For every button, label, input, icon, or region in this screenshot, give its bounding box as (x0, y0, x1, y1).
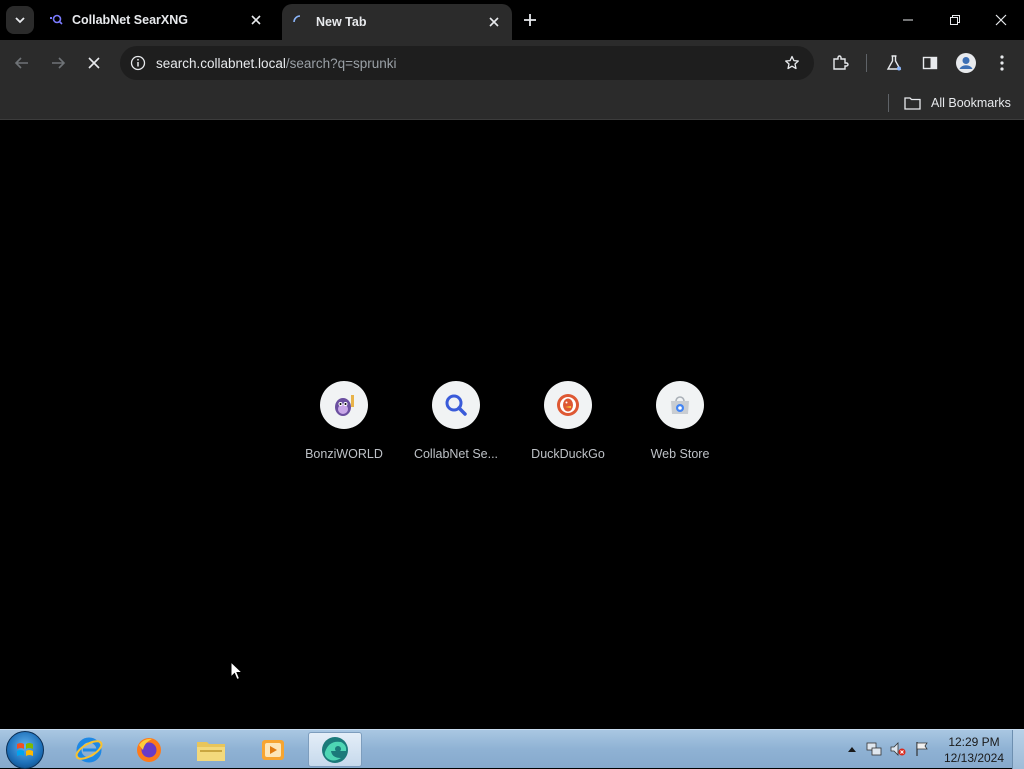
action-center-flag-icon[interactable] (914, 741, 930, 757)
spinner-icon (292, 14, 308, 30)
bookmarks-divider (888, 94, 889, 112)
shortcut-tile (320, 381, 368, 429)
volume-muted-icon[interactable] (890, 741, 906, 757)
arrow-right-icon (52, 57, 66, 69)
shortcut-label: DuckDuckGo (531, 447, 605, 461)
taskbar-clock[interactable]: 12:29 PM 12/13/2024 (936, 734, 1012, 766)
site-info-icon[interactable] (128, 53, 148, 73)
duckduckgo-icon (557, 394, 579, 416)
windows-logo-icon (17, 743, 33, 756)
taskbar-edge-beta[interactable] (308, 732, 362, 767)
new-tab-page: BonziWORLD CollabNet Se... DuckDuckGo We… (0, 121, 1024, 729)
shortcut-tile (656, 381, 704, 429)
edge-beta-icon (322, 736, 348, 763)
shortcut-collabnet-search[interactable]: CollabNet Se... (400, 381, 512, 471)
shortcut-label: CollabNet Se... (413, 447, 499, 461)
shortcut-bonziworld[interactable]: BonziWORLD (288, 381, 400, 471)
windows-taskbar: 12:29 PM 12/13/2024 (0, 729, 1024, 769)
firefox-icon (137, 737, 161, 762)
shortcut-duckduckgo[interactable]: DuckDuckGo (512, 381, 624, 471)
close-tab-icon[interactable] (484, 12, 504, 32)
close-icon (995, 14, 1007, 26)
taskbar-internet-explorer[interactable] (62, 732, 116, 767)
minimize-button[interactable] (896, 8, 920, 32)
all-bookmarks-button[interactable]: All Bookmarks (904, 91, 1011, 115)
address-bar[interactable]: search.collabnet.local/search?q=sprunki (120, 46, 814, 80)
taskbar-file-explorer[interactable] (184, 732, 238, 767)
menu-button[interactable] (990, 51, 1014, 75)
media-player-icon (262, 739, 284, 760)
close-icon (88, 57, 100, 69)
extensions-button[interactable] (828, 51, 852, 75)
url-path: /search?q=sprunki (285, 55, 397, 71)
bookmarks-bar: All Bookmarks (0, 86, 1024, 120)
shortcut-tile (544, 381, 592, 429)
browser-toolbar: search.collabnet.local/search?q=sprunki (0, 40, 1024, 86)
tab-title: CollabNet SearXNG (72, 13, 189, 27)
avatar-icon (956, 53, 976, 73)
shortcut-web-store[interactable]: Web Store (624, 381, 736, 471)
restore-button[interactable] (943, 8, 967, 32)
search-magnifier-icon (445, 394, 467, 416)
profile-button[interactable] (954, 51, 978, 75)
file-explorer-icon (197, 741, 225, 761)
url-text: search.collabnet.local/search?q=sprunki (156, 56, 397, 71)
bonzi-icon (335, 395, 354, 416)
new-tab-button[interactable] (520, 10, 540, 30)
web-store-icon (671, 396, 689, 414)
taskbar-media-player[interactable] (246, 732, 300, 767)
minimize-icon (903, 19, 913, 21)
url-host: search.collabnet.local (156, 55, 286, 71)
labs-button[interactable] (882, 51, 906, 75)
chevron-up-icon (848, 747, 856, 752)
show-hidden-icons-button[interactable] (844, 741, 860, 757)
close-window-button[interactable] (989, 8, 1013, 32)
restore-icon (950, 15, 960, 25)
title-bar: CollabNet SearXNG New Tab (0, 0, 1024, 40)
flask-icon (886, 55, 902, 71)
bookmark-star-icon[interactable] (782, 53, 802, 73)
mouse-cursor-icon (230, 661, 244, 681)
kebab-menu-icon (1000, 55, 1004, 71)
back-button[interactable] (10, 51, 34, 75)
clock-date: 12/13/2024 (943, 751, 1005, 765)
tab-collabnet-searxng[interactable]: CollabNet SearXNG (38, 0, 274, 40)
folder-icon (904, 95, 924, 111)
shortcut-label: Web Store (650, 447, 710, 461)
searxng-icon (48, 12, 64, 28)
stop-loading-button[interactable] (82, 51, 106, 75)
internet-explorer-icon (75, 737, 103, 762)
tab-new-tab[interactable]: New Tab (282, 4, 512, 40)
puzzle-icon (833, 55, 849, 70)
chevron-down-icon (15, 17, 25, 24)
tab-title: New Tab (316, 15, 367, 29)
clock-time: 12:29 PM (948, 735, 1000, 749)
show-desktop-button[interactable] (1012, 730, 1024, 769)
start-button[interactable] (6, 731, 44, 769)
shortcut-tile (432, 381, 480, 429)
close-tab-icon[interactable] (246, 10, 266, 30)
taskbar-firefox[interactable] (122, 732, 176, 767)
all-bookmarks-label: All Bookmarks (931, 96, 1011, 110)
tab-search-button[interactable] (6, 6, 34, 34)
shortcut-label: BonziWORLD (305, 447, 383, 461)
plus-icon (524, 14, 536, 26)
forward-button[interactable] (46, 51, 70, 75)
side-panel-icon (922, 56, 938, 70)
arrow-left-icon (14, 57, 28, 69)
network-icon[interactable] (866, 741, 882, 757)
toolbar-divider (866, 54, 867, 72)
side-panel-button[interactable] (918, 51, 942, 75)
